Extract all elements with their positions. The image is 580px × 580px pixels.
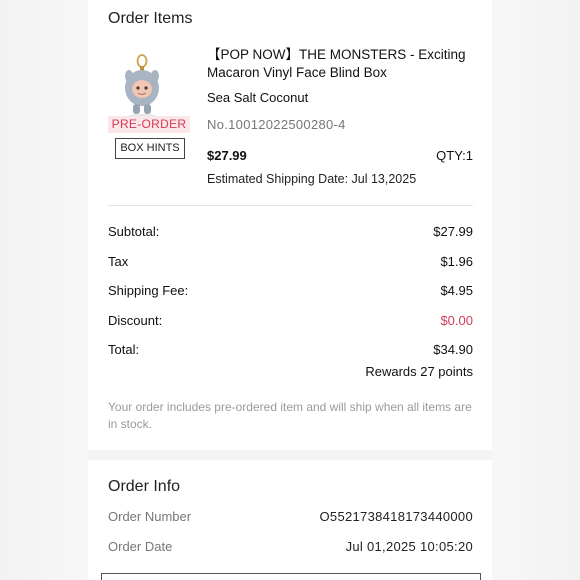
total-label: Total: xyxy=(108,342,140,357)
shipping-fee-label: Shipping Fee: xyxy=(108,283,189,298)
product-sku: No.10012022500280-4 xyxy=(207,117,346,132)
estimated-shipping-date: Estimated Shipping Date: Jul 13,2025 xyxy=(207,172,417,186)
tax-label: Tax xyxy=(108,254,129,269)
order-info-card: Order Info Order Number O552173841817344… xyxy=(88,460,492,580)
discount-value: $0.00 xyxy=(440,313,473,328)
preorder-badge: PRE-ORDER xyxy=(108,116,190,133)
summary-divider xyxy=(108,205,473,206)
bottom-action-box[interactable] xyxy=(101,573,481,580)
box-hints-button[interactable]: BOX HINTS xyxy=(115,138,185,159)
order-date-value: Jul 01,2025 10:05:20 xyxy=(345,539,473,554)
page-background-left xyxy=(0,0,88,580)
tax-value: $1.96 xyxy=(440,254,473,269)
order-items-card: Order Items PRE-ORDER BOX HINTS 【POP NOW… xyxy=(88,0,492,450)
order-info-title: Order Info xyxy=(108,478,181,495)
page-background-right xyxy=(492,0,580,580)
card-separator xyxy=(88,450,492,460)
product-price: $27.99 xyxy=(207,148,247,163)
order-number-value[interactable]: O5521738418173440000 xyxy=(320,509,473,524)
discount-label: Discount: xyxy=(108,313,163,328)
figure-keychain-icon xyxy=(125,54,159,118)
product-thumbnail[interactable] xyxy=(112,52,172,118)
product-name[interactable]: 【POP NOW】THE MONSTERS - Exciting Macaron… xyxy=(207,46,482,82)
order-items-title: Order Items xyxy=(108,10,193,27)
subtotal-value: $27.99 xyxy=(433,224,473,239)
subtotal-label: Subtotal: xyxy=(108,224,160,239)
rewards-points: Rewards 27 points xyxy=(365,364,473,379)
product-quantity: QTY:1 xyxy=(436,148,473,163)
total-value: $34.90 xyxy=(433,342,473,357)
order-number-label: Order Number xyxy=(108,509,192,524)
product-variant: Sea Salt Coconut xyxy=(207,90,309,105)
order-date-label: Order Date xyxy=(108,539,173,554)
shipping-fee-value: $4.95 xyxy=(440,283,473,298)
preorder-note: Your order includes pre-ordered item and… xyxy=(108,400,472,431)
